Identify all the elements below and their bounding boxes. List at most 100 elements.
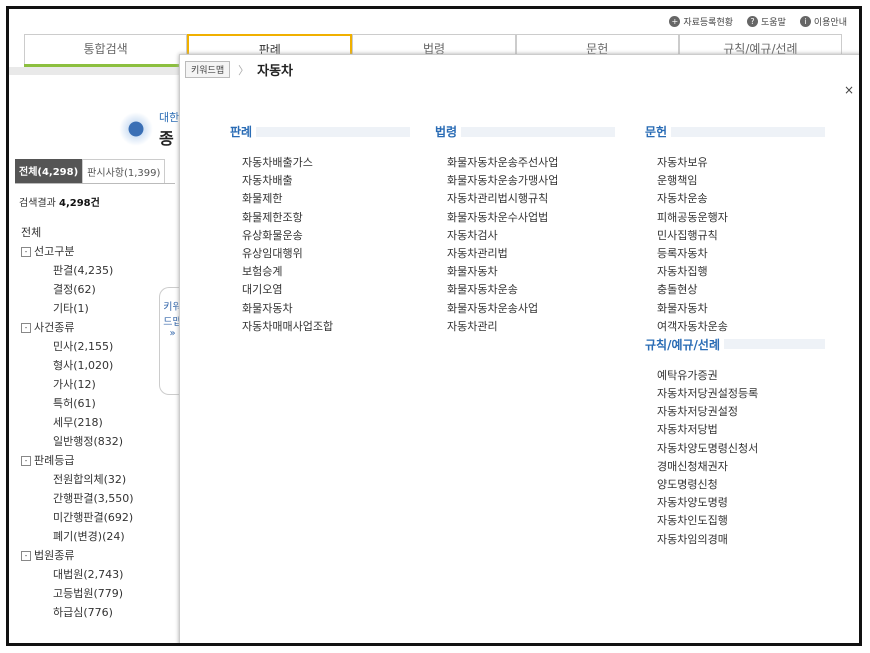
keyword-link[interactable]: 등록자동차: [645, 245, 825, 263]
keyword-link[interactable]: 화물자동차운송사업: [435, 300, 615, 318]
breadcrumb: 키워드맵 〉 자동차: [185, 60, 293, 79]
top-link-guide[interactable]: i 이용안내: [799, 15, 847, 28]
keyword-link[interactable]: 경매신청채권자: [645, 458, 825, 476]
keyword-link[interactable]: 충돌현상: [645, 281, 825, 299]
keyword-link[interactable]: 화물자동차: [230, 300, 410, 318]
tree-node[interactable]: 세무(218): [15, 413, 175, 432]
keyword-link[interactable]: 유상화물운송: [230, 227, 410, 245]
column-title: 법령: [435, 123, 615, 140]
keyword-link[interactable]: 대기오염: [230, 281, 410, 299]
keyword-link[interactable]: 자동차저당법: [645, 421, 825, 439]
tree-node-label: 특허(61): [53, 397, 96, 410]
keyword-map-popup: 키워드맵 〉 자동차 × 판례 자동차배출가스 자동차배출 화물제한 화물제한조항 유상…: [179, 54, 859, 643]
keyword-link[interactable]: 자동차매매사업조합: [230, 318, 410, 336]
tree-node[interactable]: 폐기(변경)(24): [15, 527, 175, 546]
keyword-link[interactable]: 자동차저당권설정등록: [645, 385, 825, 403]
keyword-link[interactable]: 화물자동차운송주선사업: [435, 154, 615, 172]
top-link-label: 이용안내: [813, 18, 847, 28]
close-icon[interactable]: ×: [844, 83, 854, 97]
column-title: 문헌: [645, 123, 825, 140]
tree-node-label: 세무(218): [53, 416, 103, 429]
tree-node-label: 결정(62): [53, 283, 96, 296]
keyword-link[interactable]: 자동차인도집행: [645, 512, 825, 530]
tree-node[interactable]: 판결(4,235): [15, 261, 175, 280]
keyword-link[interactable]: 자동차운송: [645, 190, 825, 208]
tree-node[interactable]: - 법원종류: [15, 546, 175, 565]
tree-node-label: 판례등급: [34, 454, 75, 467]
tree-node-label: 간행판결(3,550): [53, 492, 134, 505]
keyword-link[interactable]: 화물자동차운송: [435, 281, 615, 299]
left-tab-holdings[interactable]: 판시사항(1,399): [82, 159, 166, 183]
keyword-link[interactable]: 보험승계: [230, 263, 410, 281]
keyword-link[interactable]: 자동차양도명령신청서: [645, 440, 825, 458]
tree-node[interactable]: 결정(62): [15, 280, 175, 299]
keyword-link[interactable]: 화물제한: [230, 190, 410, 208]
keyword-list: 예탁유가증권 자동차저당권설정등록 자동차저당권설정 자동차저당법 자동차양도명령신청서…: [645, 367, 825, 549]
keyword-link[interactable]: 자동차배출: [230, 172, 410, 190]
keyword-link[interactable]: 운행책임: [645, 172, 825, 190]
tree-node[interactable]: 가사(12): [15, 375, 175, 394]
result-summary: 검색결과 4,298건: [19, 194, 171, 209]
info-icon: i: [799, 16, 811, 27]
keyword-link[interactable]: 화물자동차운송가맹사업: [435, 172, 615, 190]
title-bar: [256, 126, 410, 137]
filter-tree: 전체 - 선고구분 판결(4,235) 결정(62) 기타(1) - 사건종류 민사(2,155…: [15, 223, 175, 622]
tree-node[interactable]: 형사(1,020): [15, 356, 175, 375]
plus-icon: +: [669, 16, 681, 27]
top-link-help[interactable]: ? 도움말: [747, 15, 786, 28]
tree-node[interactable]: 특허(61): [15, 394, 175, 413]
keyword-map-badge[interactable]: 키워드맵: [185, 61, 231, 78]
keyword-link[interactable]: 화물자동차: [645, 300, 825, 318]
left-tab-all[interactable]: 전체(4,298): [15, 159, 83, 183]
column-title-text: 판례: [230, 125, 253, 139]
keyword-link[interactable]: 자동차검사: [435, 227, 615, 245]
tree-node[interactable]: - 판례등급: [15, 451, 175, 470]
keyword-link[interactable]: 피해공동운행자: [645, 209, 825, 227]
app-frame: + 자료등록현황 ? 도움말 i 이용안내 통합검색 판례 법령 문헌 규칙/예규/선…: [6, 6, 862, 646]
tree-node[interactable]: - 사건종류: [15, 318, 175, 337]
keyword-link[interactable]: 자동차관리법: [435, 245, 615, 263]
keyword-link[interactable]: 자동차양도명령: [645, 494, 825, 512]
tree-node[interactable]: 하급심(776): [15, 603, 175, 622]
keyword-link[interactable]: 화물자동차: [435, 263, 615, 281]
tree-node[interactable]: 민사(2,155): [15, 337, 175, 356]
collapse-icon[interactable]: -: [21, 247, 31, 257]
tree-node[interactable]: 고등법원(779): [15, 584, 175, 603]
keyword-link[interactable]: 양도명령신청: [645, 476, 825, 494]
collapse-icon[interactable]: -: [21, 323, 31, 333]
keyword-link[interactable]: 유상임대행위: [230, 245, 410, 263]
keyword-link[interactable]: 자동차관리: [435, 318, 615, 336]
keyword-link[interactable]: 예탁유가증권: [645, 367, 825, 385]
tree-node[interactable]: 미간행판결(692): [15, 508, 175, 527]
keyword-link[interactable]: 화물제한조항: [230, 209, 410, 227]
top-link-label: 자료등록현황: [683, 18, 734, 28]
title-bar: [671, 126, 825, 137]
top-link-registration[interactable]: + 자료등록현황: [669, 15, 733, 28]
collapse-icon[interactable]: -: [21, 456, 31, 466]
keyword-link[interactable]: 화물자동차운수사업법: [435, 209, 615, 227]
title-bar: [461, 126, 615, 137]
tree-node[interactable]: 전체: [15, 223, 175, 242]
collapse-icon[interactable]: -: [21, 551, 31, 561]
tree-node[interactable]: 기타(1): [15, 299, 175, 318]
keyword-link[interactable]: 민사집행규칙: [645, 227, 825, 245]
logo-text-top: 대한: [159, 111, 180, 124]
tree-node-label: 사건종류: [34, 321, 75, 334]
keyword-link[interactable]: 자동차저당권설정: [645, 403, 825, 421]
keyword-link[interactable]: 자동차관리법시행규칙: [435, 190, 615, 208]
keyword-link[interactable]: 자동차배출가스: [230, 154, 410, 172]
keyword-link[interactable]: 여객자동차운송: [645, 318, 825, 336]
column-title-text: 법령: [435, 125, 458, 139]
court-emblem-icon: [119, 112, 153, 146]
keyword-link[interactable]: 자동차보유: [645, 154, 825, 172]
tree-node[interactable]: 대법원(2,743): [15, 565, 175, 584]
tree-node[interactable]: 간행판결(3,550): [15, 489, 175, 508]
tree-node[interactable]: - 선고구분: [15, 242, 175, 261]
keyword-list: 자동차배출가스 자동차배출 화물제한 화물제한조항 유상화물운송 유상임대행위 보험승계 대기…: [230, 154, 410, 336]
tab-integrated-search[interactable]: 통합검색: [24, 34, 188, 64]
breadcrumb-separator-icon: 〉: [238, 63, 250, 77]
keyword-link[interactable]: 자동차집행: [645, 263, 825, 281]
tree-node[interactable]: 전원합의체(32): [15, 470, 175, 489]
tree-node[interactable]: 일반행정(832): [15, 432, 175, 451]
keyword-link[interactable]: 자동차임의경매: [645, 531, 825, 549]
